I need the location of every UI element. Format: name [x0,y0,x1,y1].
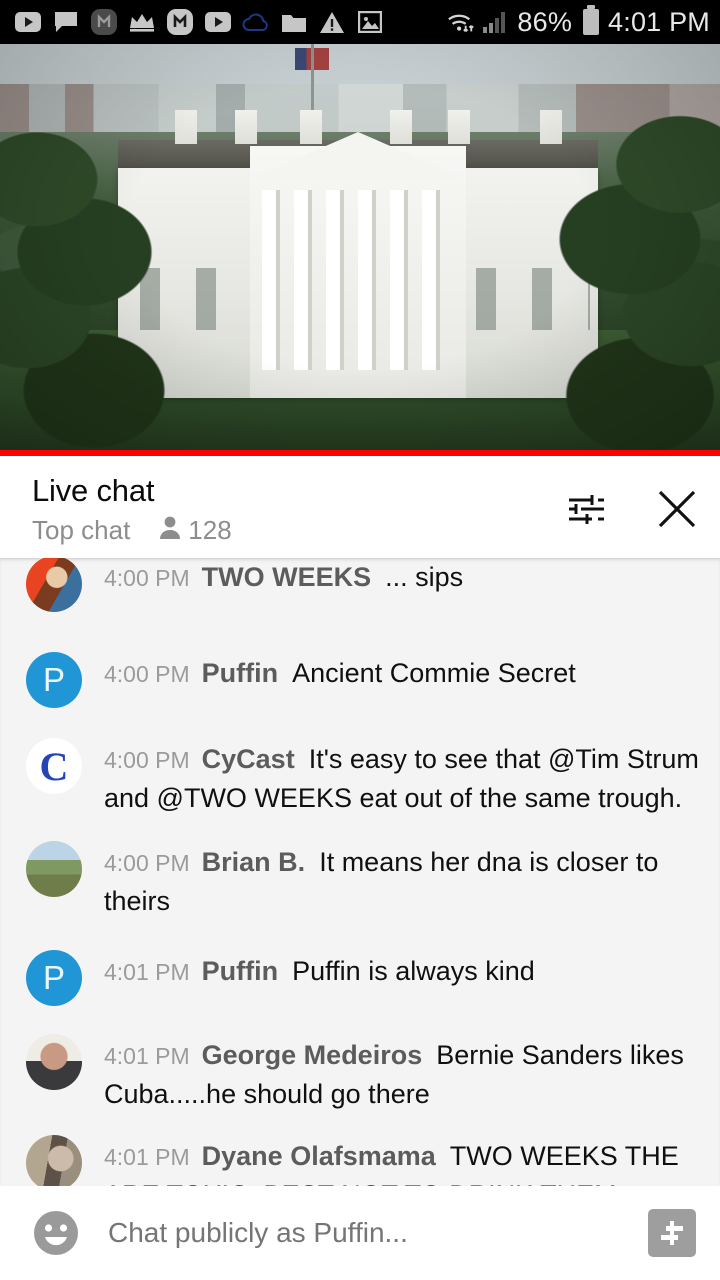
wifi-icon [447,8,475,36]
cellular-signal-icon [482,8,510,36]
chat-input[interactable] [108,1216,634,1250]
video-player[interactable] [0,44,720,450]
chat-message-body: 4:00 PM Puffin Ancient Commie Secret [104,650,702,693]
message-text: ... sips [385,562,464,592]
message-author[interactable]: Brian B. [202,847,306,877]
chat-message-row[interactable]: 4:01 PMDyane OlafsmamaTWO WEEKS THE ARE … [0,1133,720,1186]
tune-sliders-icon[interactable] [562,486,608,532]
avatar-initial: P [42,959,65,996]
message-timestamp: 4:01 PM [104,959,190,985]
page-title: Live chat [32,473,155,508]
chat-message-row[interactable]: 4:00 PM CyCastIt's easy to see that @Tim … [0,736,720,817]
message-text: It's easy to see that @Tim Strum and @TW… [104,744,699,813]
youtube-play-icon [14,8,42,36]
messenger-icon [166,8,194,36]
message-author[interactable]: Puffin [202,658,278,688]
chat-message-body: 4:01 PM Puffin Puffin is always kind [104,948,702,991]
chat-message-list[interactable]: 4:00 PM TWO WEEKS ... sips P 4:00 PM Puffin… [0,558,720,1186]
emoji-smiley-icon[interactable] [28,1205,84,1261]
folder-icon [280,8,308,36]
live-chat-header: Live chat Top chat 128 [0,456,720,558]
chat-header-subtitle: Top chat 128 [32,514,562,546]
avatar-george-medeiros[interactable] [26,1034,82,1090]
message-author[interactable]: CyCast [202,744,295,774]
warning-triangle-icon [318,8,346,36]
message-text: Ancient Commie Secret [292,658,576,688]
chat-message-body: 4:00 PM CyCast It's easy to see that @Tim … [104,736,702,817]
chat-message-row[interactable]: 4:01 PM George Medeiros Bernie Sanders lik… [0,1032,720,1113]
person-icon [158,515,182,545]
message-timestamp: 4:01 PM [104,1144,190,1170]
chat-message-body: 4:00 PM TWO WEEKS ... sips [104,558,702,597]
close-x-icon[interactable] [654,486,700,532]
chat-message-row[interactable]: 4:00 PM Brian B. It means her dna is close… [0,839,720,920]
messenger-dark-icon [90,8,118,36]
message-timestamp: 4:00 PM [104,747,190,773]
message-timestamp: 4:00 PM [104,565,190,591]
chat-message-row[interactable]: 4:00 PM TWO WEEKS ... sips [0,558,720,612]
cloud-outline-icon [242,8,270,36]
youtube-live-chat-screen: 86% 4:01 PM Live chat Top chat 128 4:00 … [0,0,720,1280]
chat-message-body: 4:01 PM George Medeiros Bernie Sanders lik… [104,1032,702,1113]
youtube-play-icon-2 [204,8,232,36]
status-bar-notification-icons [14,8,447,36]
message-author[interactable]: TWO WEEKS [202,562,372,592]
avatar-puffin[interactable]: P [26,652,82,708]
avatar-brian-b[interactable] [26,841,82,897]
message-timestamp: 4:00 PM [104,850,190,876]
image-icon [356,8,384,36]
status-bar-system-icons: 86% 4:01 PM [447,5,710,38]
chat-input-bar [0,1186,720,1280]
message-author[interactable]: Puffin [202,956,278,986]
battery-icon [583,5,600,35]
avatar-two-weeks[interactable] [26,558,82,612]
vignette [0,44,720,450]
message-text: Puffin is always kind [292,956,535,986]
chat-header-titles: Live chat Top chat 128 [32,472,562,546]
message-timestamp: 4:01 PM [104,1043,190,1069]
avatar-cycast[interactable] [26,738,82,794]
chat-message-body: 4:01 PMDyane OlafsmamaTWO WEEKS THE ARE … [104,1133,702,1186]
avatar-initial: P [42,661,65,698]
viewer-count: 128 [188,515,232,545]
chat-message-row[interactable]: P 4:01 PM Puffin Puffin is always kind [0,948,720,1006]
crown-icon [128,8,156,36]
chat-mode-selector[interactable]: Top chat [32,514,130,546]
avatar-dyane-olafsmama[interactable] [26,1135,82,1186]
avatar-puffin[interactable]: P [26,950,82,1006]
viewer-count-group: 128 [158,514,232,546]
chat-header-actions [562,472,700,532]
battery-percent-label: 86% [517,6,573,37]
speech-bubble-icon [52,8,80,36]
clock-label: 4:01 PM [608,6,710,37]
chat-message-body: 4:00 PM Brian B. It means her dna is close… [104,839,702,920]
message-timestamp: 4:00 PM [104,661,190,687]
message-author[interactable]: Dyane Olafsmama [202,1141,436,1171]
chat-message-row[interactable]: P 4:00 PM Puffin Ancient Commie Secret [0,650,720,708]
message-author[interactable]: George Medeiros [202,1040,423,1070]
status-bar: 86% 4:01 PM [0,0,720,44]
super-chat-dollar-icon[interactable] [648,1209,696,1257]
